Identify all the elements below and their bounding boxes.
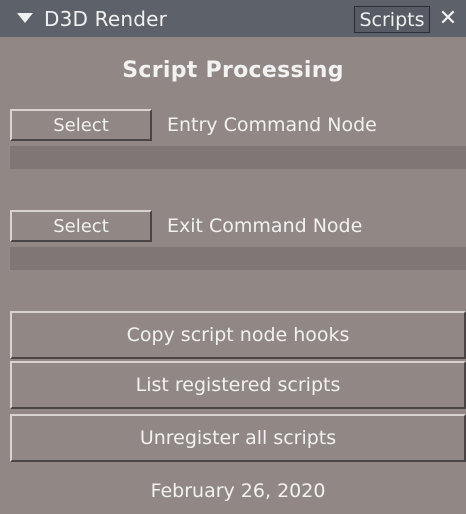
entry-command-node-field[interactable] [10, 146, 466, 169]
entry-command-node-label: Entry Command Node [167, 114, 377, 136]
select-exit-button[interactable]: Select [10, 210, 152, 242]
scripts-tab[interactable]: Scripts [354, 6, 430, 33]
date-label: February 26, 2020 [150, 480, 326, 502]
select-entry-button[interactable]: Select [10, 109, 152, 141]
exit-command-node-field[interactable] [10, 247, 466, 270]
close-icon[interactable]: ✕ [433, 2, 463, 35]
panel-titlebar[interactable]: D3D Render Scripts ✕ [0, 0, 466, 37]
collapse-triangle-icon[interactable] [16, 9, 34, 28]
list-registered-scripts-button[interactable]: List registered scripts [10, 361, 466, 409]
exit-command-node-label: Exit Command Node [167, 215, 363, 237]
panel-title: D3D Render [44, 6, 168, 31]
section-heading: Script Processing [122, 58, 344, 83]
unregister-all-scripts-button[interactable]: Unregister all scripts [10, 414, 466, 462]
copy-script-node-hooks-button[interactable]: Copy script node hooks [10, 311, 466, 359]
